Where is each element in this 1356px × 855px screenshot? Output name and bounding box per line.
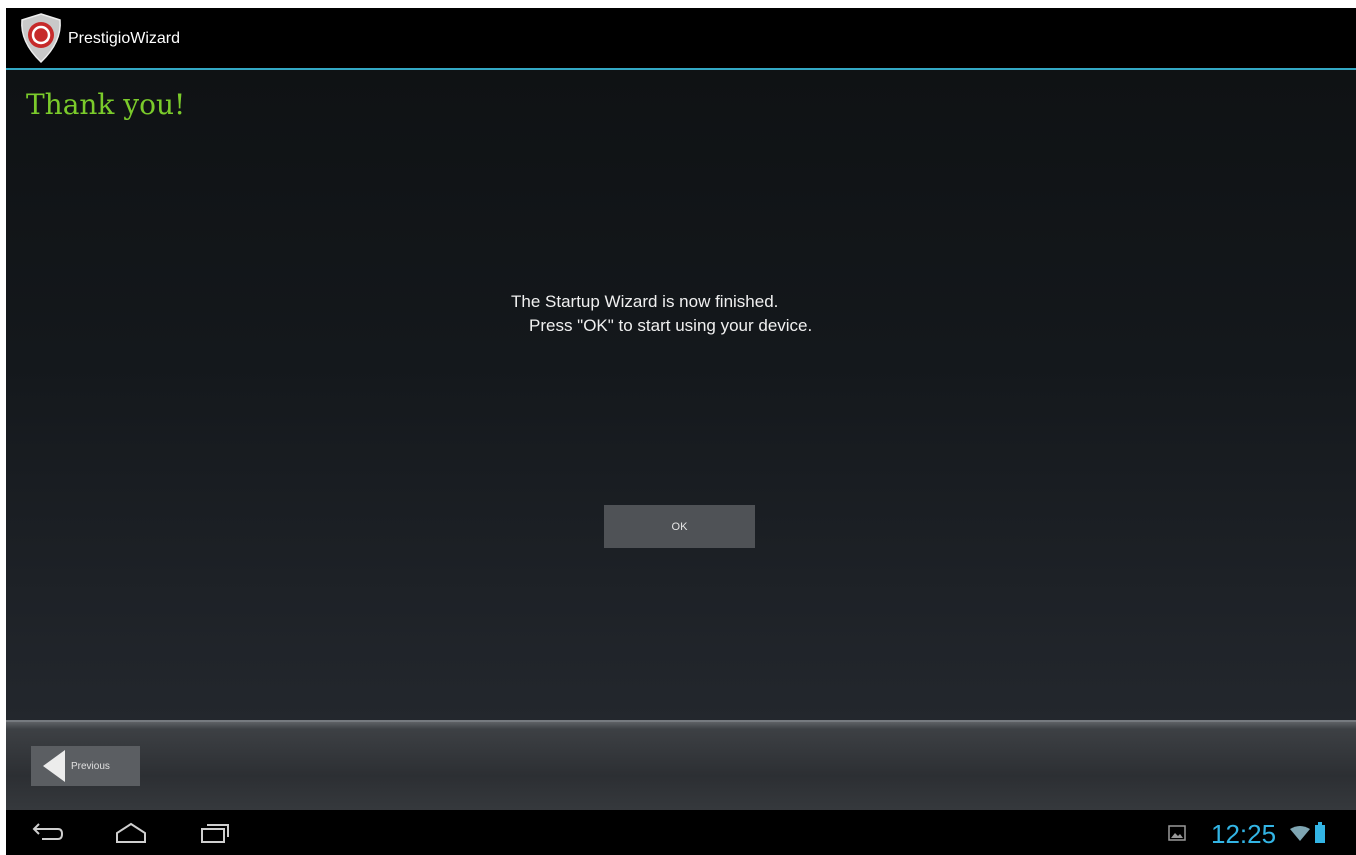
message-line-1: The Startup Wizard is now finished.	[511, 292, 779, 311]
finish-message: The Startup Wizard is now finished. Pres…	[511, 290, 812, 338]
wifi-icon	[1290, 826, 1310, 841]
arrow-left-icon	[43, 750, 65, 782]
gallery-notification-icon	[1168, 825, 1186, 841]
message-line-2: Press "OK" to start using your device.	[529, 316, 813, 335]
battery-icon	[1315, 822, 1325, 843]
wizard-content: Thank you! The Startup Wizard is now fin…	[6, 70, 1356, 720]
app-title: PrestigioWizard	[68, 30, 181, 47]
previous-button[interactable]: Previous	[31, 746, 140, 786]
wizard-bottom-bar: Previous	[6, 720, 1356, 812]
recent-apps-icon[interactable]	[198, 820, 232, 846]
action-bar: PrestigioWizard	[6, 8, 1356, 70]
device-screen: PrestigioWizard Thank you! The Startup W…	[6, 8, 1356, 855]
status-clock: 12:25	[1211, 819, 1277, 849]
page-title: Thank you!	[26, 88, 186, 121]
back-icon[interactable]	[30, 820, 64, 846]
system-navigation-bar: 12:25	[6, 810, 1356, 855]
app-logo-icon	[21, 13, 61, 64]
ok-button[interactable]: OK	[604, 505, 755, 548]
previous-button-label: Previous	[71, 760, 110, 772]
home-icon[interactable]	[114, 820, 148, 846]
